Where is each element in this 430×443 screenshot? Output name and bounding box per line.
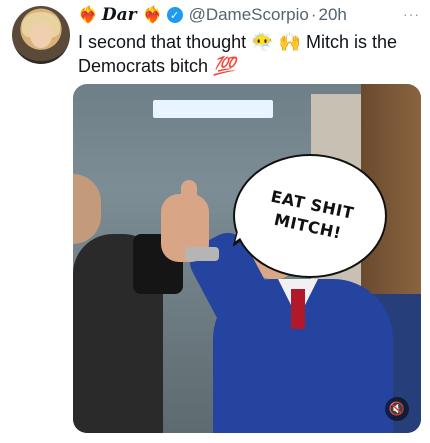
mute-icon[interactable]: 🔇 <box>385 397 409 421</box>
red-tie <box>291 289 305 329</box>
tweet-text-line1: I second that thought <box>78 32 247 52</box>
more-options-button[interactable]: ··· <box>403 6 420 22</box>
raising-hands-icon: 🙌 <box>278 32 302 52</box>
hundred-points-icon: 💯 <box>213 56 236 76</box>
heart-fire-icon: ❤️‍🔥 <box>142 7 163 24</box>
tweet-text-line2: Democrats bitch <box>78 56 209 76</box>
handle[interactable]: @DameScorpio <box>189 5 309 25</box>
heart-fire-icon: ❤️‍🔥 <box>78 7 98 24</box>
wristwatch <box>185 247 219 261</box>
speech-bubble-text: EAT SHIT MITCH! <box>269 186 356 243</box>
ceiling-light <box>153 100 273 118</box>
display-name[interactable]: Dar <box>102 5 137 25</box>
tweet-text-line1b: Mitch is the <box>306 32 398 52</box>
avatar[interactable] <box>12 6 70 64</box>
thumb <box>181 180 197 210</box>
avatar-face <box>30 22 52 48</box>
speech-bubble: EAT SHIT MITCH! <box>233 154 387 278</box>
tweet-media[interactable]: EAT SHIT MITCH! 🔇 <box>73 84 421 433</box>
face-in-clouds-icon: 😶‍🌫️ <box>251 32 274 52</box>
tweet-text: I second that thought 😶‍🌫️ 🙌 Mitch is th… <box>78 30 423 78</box>
tweet-header: ❤️‍🔥 Dar ❤️‍🔥 ✓ @DameScorpio · 20h ··· <box>78 4 420 26</box>
bald-head <box>73 174 101 244</box>
separator-dot: · <box>310 5 317 24</box>
verified-badge-icon: ✓ <box>166 7 183 23</box>
timestamp[interactable]: 20h <box>318 5 346 25</box>
